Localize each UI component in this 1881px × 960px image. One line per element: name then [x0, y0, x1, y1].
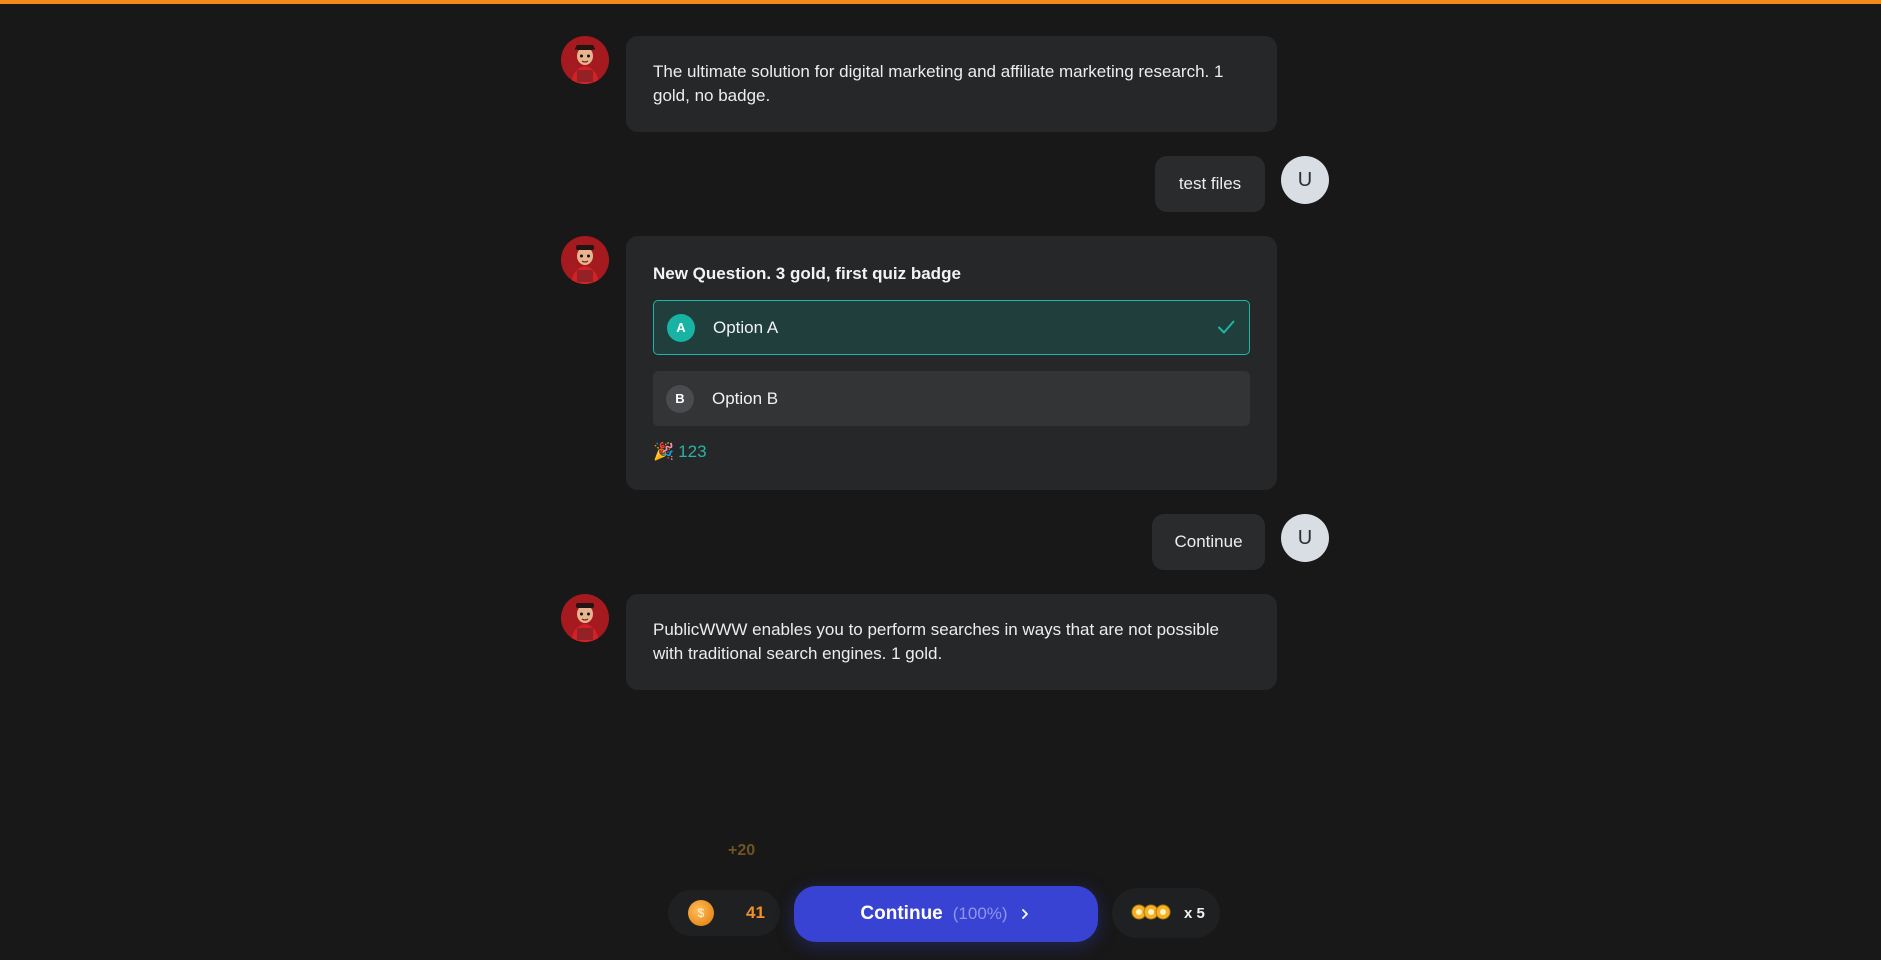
option-label: Option B — [712, 388, 779, 408]
gold-counter: $ 41 — [668, 890, 780, 936]
user-avatar: U — [1281, 514, 1329, 562]
bot-message: PublicWWW enables you to perform searche… — [626, 594, 1277, 690]
reaction-count: 123 — [678, 442, 707, 461]
check-icon — [1218, 320, 1235, 334]
continue-label: Continue — [860, 903, 943, 924]
quiz-option-b[interactable]: B Option B — [653, 371, 1250, 426]
quiz-option-a[interactable]: A Option A — [653, 300, 1250, 355]
badge-counter: x 5 — [1112, 888, 1220, 938]
bot-message-text: PublicWWW enables you to perform searche… — [653, 620, 1219, 663]
option-letter-badge: B — [666, 384, 694, 413]
quiz-card: New Question. 3 gold, first quiz badge A… — [626, 236, 1277, 490]
coin-icon: $ — [688, 900, 714, 926]
continue-progress: (100%) — [952, 904, 1008, 923]
bot-message: The ultimate solution for digital market… — [626, 36, 1277, 132]
badges-icon — [1131, 904, 1171, 920]
option-label: Option A — [713, 317, 779, 337]
user-avatar-initial: U — [1297, 526, 1313, 549]
bot-avatar — [561, 36, 609, 84]
option-letter-badge: A — [667, 313, 695, 342]
user-message-text: Continue — [1174, 532, 1243, 551]
bot-avatar-icon — [561, 594, 609, 642]
gold-count: 41 — [746, 903, 765, 922]
gold-gain-indicator: +20 — [728, 842, 756, 859]
chevron-right-icon — [1021, 909, 1028, 919]
reaction[interactable]: 🎉 123 — [653, 440, 707, 464]
user-message: Continue — [1152, 514, 1265, 570]
user-message-text: test files — [1178, 174, 1242, 193]
bot-avatar-icon — [561, 36, 609, 84]
bot-message-text: The ultimate solution for digital market… — [653, 62, 1224, 105]
quiz-question: New Question. 3 gold, first quiz badge — [653, 264, 961, 283]
bot-avatar — [561, 594, 609, 642]
user-message: test files — [1155, 156, 1265, 212]
bot-avatar-icon — [561, 236, 609, 284]
continue-button[interactable]: Continue (100%) — [794, 886, 1098, 942]
user-avatar: U — [1281, 156, 1329, 204]
top-progress-bar — [0, 0, 1881, 4]
party-popper-icon: 🎉 — [653, 442, 675, 461]
user-avatar-initial: U — [1297, 168, 1313, 191]
bot-avatar — [561, 236, 609, 284]
badge-multiplier: x 5 — [1184, 904, 1205, 922]
